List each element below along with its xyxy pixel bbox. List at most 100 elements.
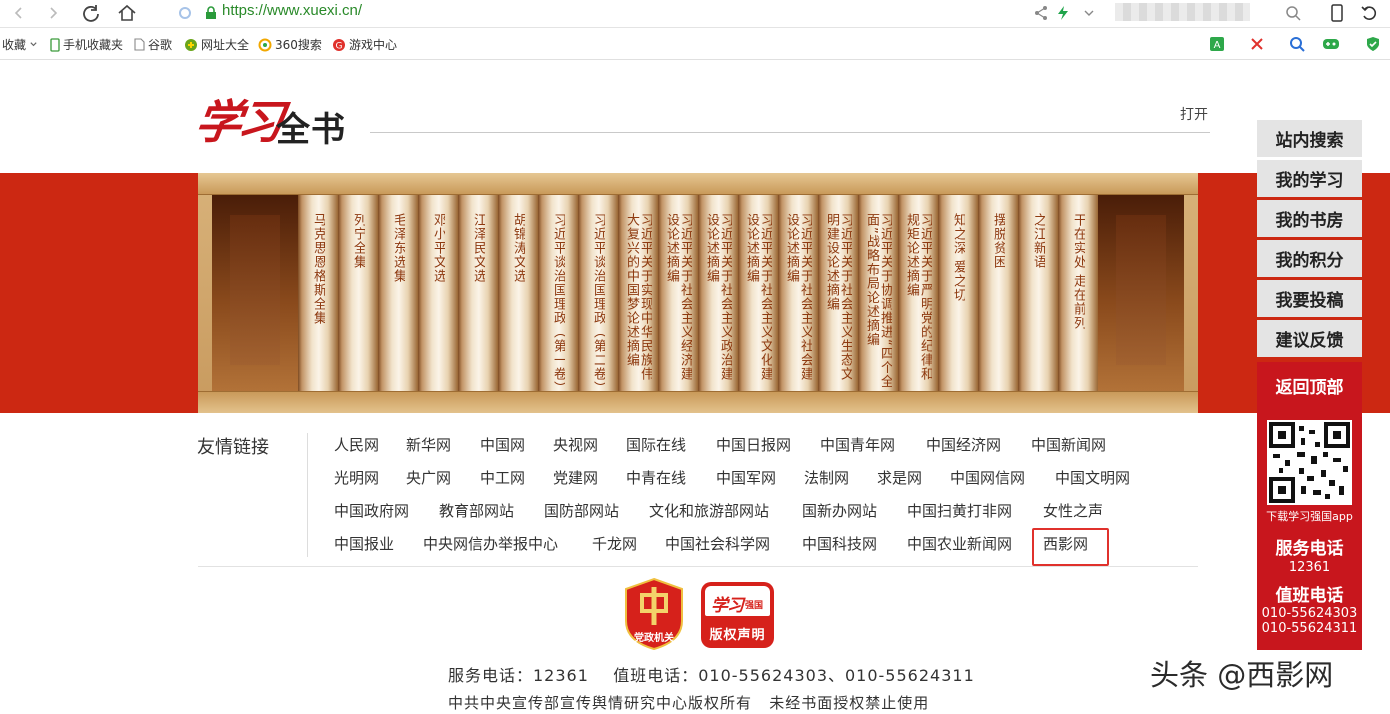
friend-link[interactable]: 中国报业 (334, 533, 394, 554)
book-spine[interactable]: 江泽民文选 (458, 195, 498, 391)
chevron-down-icon[interactable] (1078, 2, 1100, 24)
shelf-bottom-board (198, 391, 1198, 413)
copyright-notice-badge[interactable]: 学习 强国 版权声明 (701, 582, 774, 648)
book-spine[interactable]: 胡锦涛文选 (498, 195, 538, 391)
friend-link[interactable]: 中国新闻网 (1031, 434, 1106, 455)
friend-link[interactable]: 新华网 (406, 434, 451, 455)
lock-icon (200, 2, 222, 24)
friend-link[interactable]: 千龙网 (592, 533, 637, 554)
duty-number-2: 010-55624311 (1261, 621, 1358, 636)
book-spine[interactable]: 习近平关于社会主义经济建设论述摘编 (658, 195, 698, 391)
magnifier-icon[interactable] (1286, 33, 1308, 55)
bookmark-google[interactable]: 谷歌 (134, 36, 172, 53)
book-spine[interactable]: 邓小平文选 (418, 195, 458, 391)
side-my-library[interactable]: 我的书房 (1257, 200, 1362, 237)
friend-link[interactable]: 中国网 (480, 434, 525, 455)
friend-link[interactable]: 人民网 (334, 434, 379, 455)
book-spine[interactable]: 习近平关于社会主义生态文明建设论述摘编 (818, 195, 858, 391)
bookmark-360-search[interactable]: 360搜索 (258, 36, 322, 53)
friend-link[interactable]: 文化和旅游部网站 (649, 500, 769, 521)
book-spine[interactable]: 习近平关于社会主义政治建设论述摘编 (698, 195, 738, 391)
friend-link[interactable]: 中国青年网 (820, 434, 895, 455)
side-feedback[interactable]: 建议反馈 (1257, 320, 1362, 357)
blurred-search-box[interactable] (1115, 3, 1250, 21)
book-spine[interactable]: 习近平谈治国理政（第一卷） (538, 195, 578, 391)
book-spine[interactable]: 习近平关于严明党的纪律和规矩论述摘编 (898, 195, 938, 391)
address-bar-url[interactable]: https://www.xuexi.cn/ (222, 2, 362, 19)
friend-link[interactable]: 中国日报网 (716, 434, 791, 455)
bookmark-hao[interactable]: 网址大全 (184, 36, 249, 53)
site-info-icon[interactable] (174, 2, 196, 24)
friend-link[interactable]: 党建网 (553, 467, 598, 488)
book-title: 习近平关于社会主义生态文明建设论述摘编 (824, 213, 852, 381)
back-icon[interactable] (8, 2, 30, 24)
friend-link[interactable]: 中工网 (480, 467, 525, 488)
side-my-points[interactable]: 我的积分 (1257, 240, 1362, 277)
game-icon: G (333, 38, 345, 51)
open-link[interactable]: 打开 (1180, 104, 1208, 124)
bookmark-game-center[interactable]: G 游戏中心 (332, 36, 397, 53)
badge-label: 版权声明 (709, 628, 766, 643)
scissors-icon[interactable] (1246, 33, 1268, 55)
shelf-top-board (198, 173, 1198, 195)
book-title: 习近平关于严明党的纪律和规矩论述摘编 (904, 213, 932, 381)
gamepad-icon[interactable] (1320, 33, 1342, 55)
side-submit[interactable]: 我要投稿 (1257, 280, 1362, 317)
friend-link[interactable]: 央广网 (406, 467, 451, 488)
friend-link[interactable]: 女性之声 (1043, 500, 1103, 521)
friend-link[interactable]: 中国扫黄打非网 (907, 500, 1012, 521)
book-spine[interactable]: 摆脱贫困 (978, 195, 1018, 391)
friend-link[interactable]: 央视网 (553, 434, 598, 455)
book-spine[interactable]: 之江新语 (1018, 195, 1058, 391)
friend-link[interactable]: 中国文明网 (1055, 467, 1130, 488)
bookmark-mobile[interactable]: 手机收藏夹 (50, 36, 123, 53)
book-spine[interactable]: 习近平关于协调推进“四个全面”战略布局论述摘编 (858, 195, 898, 391)
book-spine[interactable]: 列宁全集 (338, 195, 378, 391)
side-my-study[interactable]: 我的学习 (1257, 160, 1362, 197)
friend-link[interactable]: 中央网信办举报中心 (423, 533, 558, 554)
logo-black-text: 全书 (276, 110, 346, 150)
friend-link[interactable]: 中国军网 (716, 467, 776, 488)
mobile-icon[interactable] (1326, 2, 1348, 24)
friend-link[interactable]: 中国政府网 (334, 500, 409, 521)
side-site-search[interactable]: 站内搜索 (1257, 120, 1362, 157)
qr-download-box[interactable]: 下载学习强国app (1257, 408, 1362, 528)
friend-link[interactable]: 中国经济网 (926, 434, 1001, 455)
friend-link[interactable]: 国际在线 (626, 434, 686, 455)
forward-icon[interactable] (42, 2, 64, 24)
friend-link[interactable]: 求是网 (877, 467, 922, 488)
friend-link[interactable]: 中国科技网 (802, 533, 877, 554)
search-icon[interactable] (1282, 2, 1304, 24)
friend-link[interactable]: 光明网 (334, 467, 379, 488)
bookmark-favorites[interactable]: 收藏 (2, 36, 38, 53)
site-logo[interactable]: 学习 全书 (192, 84, 356, 154)
friend-link[interactable]: 教育部网站 (439, 500, 514, 521)
share-icon[interactable] (1030, 2, 1052, 24)
friend-link[interactable]: 中国网信网 (950, 467, 1025, 488)
book-spine[interactable]: 习近平关于社会主义文化建设论述摘编 (738, 195, 778, 391)
lightning-icon[interactable] (1052, 2, 1074, 24)
logo-red-text: 学习 (191, 95, 284, 149)
book-spine[interactable]: 习近平关于实现中华民族伟大复兴的中国梦论述摘编 (618, 195, 658, 391)
footer-divider (198, 566, 1198, 567)
book-spine[interactable]: 干在实处 走在前列 (1058, 195, 1098, 391)
friend-link[interactable]: 中国农业新闻网 (907, 533, 1012, 554)
friend-link[interactable]: 法制网 (804, 467, 849, 488)
shield-check-icon[interactable] (1362, 33, 1384, 55)
translate-icon[interactable]: A (1206, 33, 1228, 55)
friend-link[interactable]: 中青在线 (626, 467, 686, 488)
back-to-top-button[interactable]: 返回顶部 (1257, 362, 1362, 408)
book-spine[interactable]: 习近平关于社会主义社会建设论述摘编 (778, 195, 818, 391)
undo-icon[interactable] (1358, 2, 1380, 24)
book-spine[interactable]: 马克思恩格斯全集 (298, 195, 338, 391)
book-spine[interactable]: 知之深 爱之切 (938, 195, 978, 391)
home-icon[interactable] (116, 2, 138, 24)
highlight-box (1032, 528, 1109, 566)
party-government-badge[interactable]: 党政机关 (622, 577, 686, 651)
friend-link[interactable]: 国新办网站 (802, 500, 877, 521)
friend-link[interactable]: 国防部网站 (544, 500, 619, 521)
friend-link[interactable]: 中国社会科学网 (665, 533, 770, 554)
reload-icon[interactable] (80, 2, 102, 24)
book-spine[interactable]: 习近平谈治国理政（第二卷） (578, 195, 618, 391)
book-spine[interactable]: 毛泽东选集 (378, 195, 418, 391)
